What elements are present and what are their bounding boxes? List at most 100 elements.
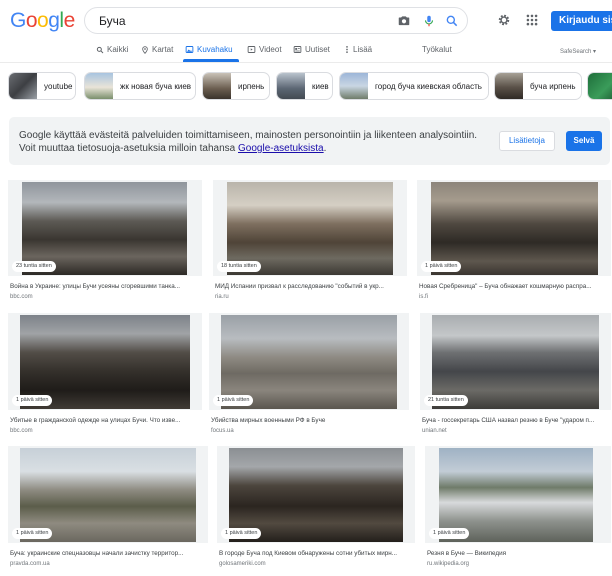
image-result[interactable]: 18 tuntia sitten МИД Испании призвал к р… <box>213 180 407 303</box>
result-image-frame: 1 päivä sitten <box>417 180 611 276</box>
result-source[interactable]: golosameriki.com <box>219 561 266 567</box>
tab-maps[interactable]: Kartat <box>141 45 173 54</box>
time-badge: 1 päivä sitten <box>12 395 53 406</box>
chip-thumbnail <box>203 73 231 99</box>
result-source[interactable]: ria.ru <box>215 294 229 300</box>
search-input[interactable]: Буча <box>99 14 126 28</box>
chip-label: город буча киевская область <box>375 81 482 91</box>
consent-text: Voit muuttaa tietosuoja-asetuksia milloi… <box>19 143 326 154</box>
chip-thumbnail <box>85 73 113 99</box>
tab-label: Lisää <box>353 45 373 54</box>
time-badge: 1 päivä sitten <box>429 528 470 539</box>
search-box[interactable]: Буча <box>84 7 468 34</box>
image-result[interactable]: 23 tuntia sitten Война в Украине: улицы … <box>8 180 202 303</box>
time-badge: 1 päivä sitten <box>221 528 262 539</box>
consent-text-prefix: Voit muuttaa tietosuoja-asetuksia milloi… <box>19 143 239 154</box>
result-title[interactable]: Новая Сребреница" – Буча обнажает кошмар… <box>419 283 609 290</box>
time-badge: 1 päivä sitten <box>213 395 254 406</box>
result-image-frame: 1 päivä sitten <box>8 313 202 410</box>
result-source[interactable]: unian.net <box>422 428 447 434</box>
result-source[interactable]: is.fi <box>419 294 428 300</box>
chip-label: киев <box>312 81 329 91</box>
image-icon <box>185 46 194 53</box>
search-icon[interactable] <box>445 14 459 28</box>
result-title[interactable]: Убийства мирных военными РФ в Буче <box>211 417 407 424</box>
tab-news[interactable]: Uutiset <box>293 45 330 54</box>
result-title[interactable]: В городе Буча под Киевом обнаружены сотн… <box>219 550 413 557</box>
related-chip[interactable] <box>587 72 612 100</box>
result-title[interactable]: Резня в Буче — Википедия <box>427 550 609 557</box>
divider <box>0 62 612 63</box>
search-tabs: Kaikki Kartat Kuvahaku Videot Uutiset Li… <box>0 42 612 62</box>
more-vertical-icon <box>346 46 348 53</box>
image-result[interactable]: 1 päivä sitten Резня в Буче — Википедия … <box>425 446 611 570</box>
image-result[interactable]: 1 päivä sitten В городе Буча под Киевом … <box>217 446 415 570</box>
map-pin-icon <box>142 45 148 54</box>
tab-label: Kuvahaku <box>197 45 233 54</box>
google-logo[interactable]: Google <box>10 9 75 33</box>
image-result[interactable]: 1 päivä sitten Новая Сребреница" – Буча … <box>417 180 611 303</box>
camera-icon[interactable] <box>397 14 411 28</box>
result-title[interactable]: Буча - госсекретарь США назвал резню в Б… <box>422 417 609 424</box>
time-badge: 21 tuntia sitten <box>424 395 468 406</box>
chip-thumbnail <box>588 73 612 99</box>
learn-more-button[interactable]: Lisätietoja <box>499 131 555 151</box>
logo-letter: o <box>37 9 49 32</box>
accept-button[interactable]: Selvä <box>566 131 602 151</box>
tools-button[interactable]: Työkalut <box>422 45 452 54</box>
consent-text-suffix: . <box>323 143 327 154</box>
cookie-consent-banner: Google käyttää evästeitä palveluiden toi… <box>9 117 610 165</box>
login-button[interactable]: Kirjaudu sisään <box>551 11 612 31</box>
image-result[interactable]: 1 päivä sitten Буча: украинские спецназо… <box>8 446 208 570</box>
image-result[interactable]: 21 tuntia sitten Буча - госсекретарь США… <box>420 313 611 437</box>
result-title[interactable]: МИД Испании призвал к расследованию "соб… <box>215 283 405 290</box>
image-result[interactable]: 1 päivä sitten Убитые в гражданской одеж… <box>8 313 202 437</box>
tab-label: Kartat <box>152 45 174 54</box>
safesearch-toggle[interactable]: SafeSearch ▾ <box>560 48 596 55</box>
image-result[interactable]: 1 päivä sitten Убийства мирных военными … <box>209 313 409 437</box>
logo-letter: e <box>63 9 76 32</box>
apps-grid-icon[interactable] <box>525 13 539 27</box>
tab-label: Videot <box>259 45 282 54</box>
result-image-frame: 1 päivä sitten <box>217 446 415 543</box>
result-image-frame: 1 päivä sitten <box>425 446 611 543</box>
logo-letter: o <box>25 9 38 32</box>
result-title[interactable]: Буча: украинские спецназовцы начали зачи… <box>10 550 206 557</box>
tab-videos[interactable]: Videot <box>247 45 282 54</box>
chip-label: буча ирпень <box>530 81 576 91</box>
result-title[interactable]: Убитые в гражданской одежде на улицах Бу… <box>10 417 200 424</box>
tab-all[interactable]: Kaikki <box>96 45 128 54</box>
chip-thumbnail <box>340 73 368 99</box>
result-source[interactable]: bbc.com <box>10 294 33 300</box>
result-title[interactable]: Война в Украине: улицы Бучи усеяны сгоре… <box>10 283 200 290</box>
tab-more[interactable]: Lisää <box>344 45 372 54</box>
logo-letter: g <box>48 9 60 32</box>
time-badge: 18 tuntia sitten <box>217 261 261 272</box>
result-source[interactable]: ru.wikipedia.org <box>427 561 469 567</box>
related-chip[interactable]: киев <box>276 72 333 100</box>
time-badge: 1 päivä sitten <box>421 261 462 272</box>
related-chip[interactable]: буча ирпень <box>494 72 582 100</box>
related-chip[interactable]: город буча киевская область <box>339 72 489 100</box>
tab-label: Kaikki <box>107 45 129 54</box>
video-icon <box>247 46 256 53</box>
result-image-frame: 18 tuntia sitten <box>213 180 407 276</box>
chip-label: жк новая буча киев <box>120 81 192 91</box>
tab-images[interactable]: Kuvahaku <box>185 45 233 54</box>
result-source[interactable]: focus.ua <box>211 428 234 434</box>
result-image-frame: 1 päivä sitten <box>8 446 208 543</box>
microphone-icon[interactable] <box>422 14 436 28</box>
related-chip[interactable]: youtube <box>8 72 76 100</box>
chip-label: ирпень <box>238 81 265 91</box>
news-icon <box>293 46 302 53</box>
related-chip[interactable]: ирпень <box>202 72 270 100</box>
related-chip[interactable]: жк новая буча киев <box>84 72 196 100</box>
result-source[interactable]: bbc.com <box>10 428 33 434</box>
google-settings-link[interactable]: Google-asetuksista <box>238 143 324 154</box>
gear-icon[interactable] <box>497 13 511 27</box>
time-badge: 23 tuntia sitten <box>12 261 56 272</box>
result-source[interactable]: pravda.com.ua <box>10 561 50 567</box>
chip-thumbnail <box>495 73 523 99</box>
consent-text: Google käyttää evästeitä palveluiden toi… <box>19 130 478 141</box>
search-icon <box>96 46 104 53</box>
